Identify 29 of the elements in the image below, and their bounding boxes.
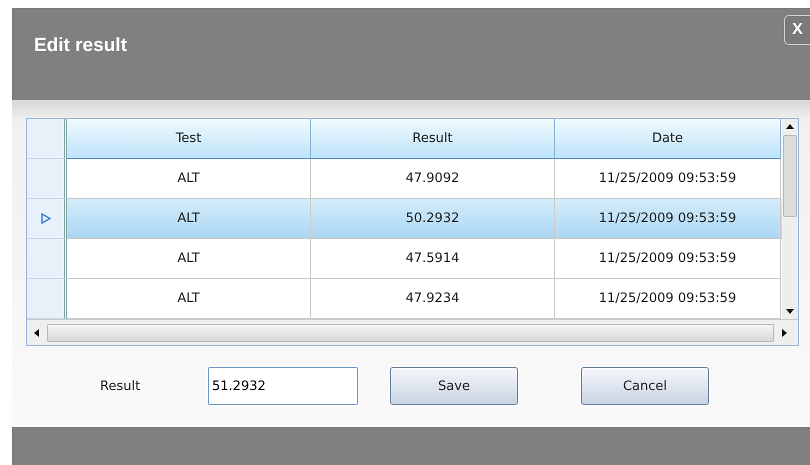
table-cell: ALT [67,199,311,239]
cancel-button[interactable]: Cancel [581,367,709,405]
row-header[interactable] [27,159,67,199]
horizontal-scrollbar[interactable] [27,319,798,345]
result-field[interactable]: 51.2932 [208,367,358,405]
scroll-right-icon[interactable] [780,328,788,336]
row-header [27,119,67,159]
table-cell: 11/25/2009 09:53:59 [555,239,781,279]
table-cell: 47.5914 [311,239,555,279]
row-header[interactable] [27,279,67,319]
current-row-icon [40,213,50,224]
selected-row[interactable]: ALT 50.2932 11/25/2009 09:53:59 [27,199,782,239]
column-header[interactable]: Test [67,119,311,159]
table-row[interactable]: ALT 47.5914 11/25/2009 09:53:59 [27,239,782,279]
table-cell: 50.2932 [311,199,555,239]
result-label: Result [100,378,142,394]
save-button[interactable]: Save [390,367,518,405]
column-header[interactable]: Result [311,119,555,159]
table-cell: 11/25/2009 09:53:59 [555,199,781,239]
column-header[interactable]: Date [555,119,781,159]
scroll-up-icon[interactable] [786,123,794,131]
scroll-left-icon[interactable] [33,328,41,336]
row-header[interactable] [27,199,67,239]
close-button[interactable]: X [784,15,810,45]
scroll-down-icon[interactable] [786,307,794,315]
row-header[interactable] [27,239,67,279]
table-cell: ALT [67,239,311,279]
vertical-scrollbar[interactable] [782,119,798,319]
dialog-title: Edit result [34,35,127,57]
